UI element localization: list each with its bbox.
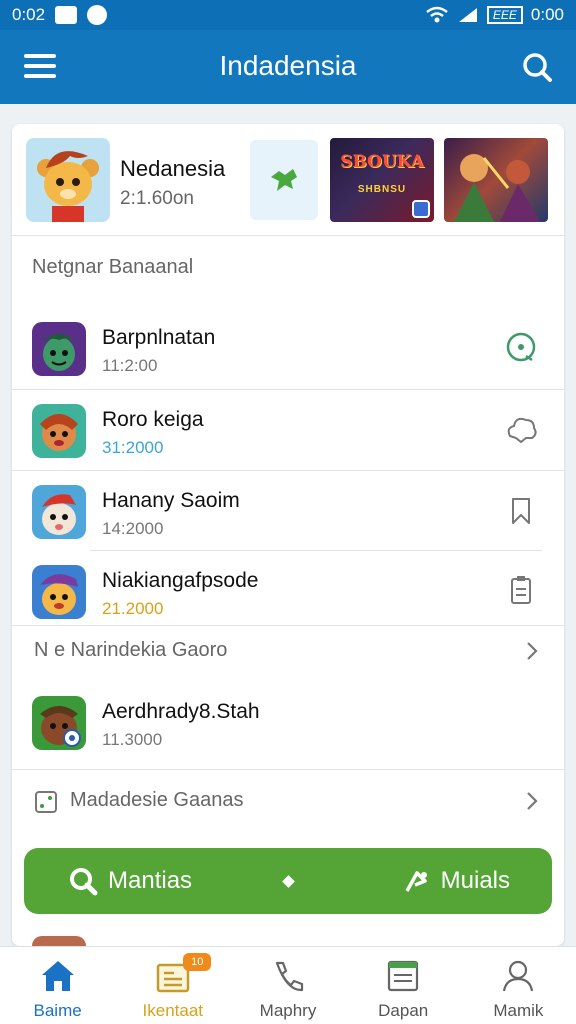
item-name: Roro keiga (102, 408, 204, 431)
character-icon (32, 485, 86, 539)
bottom-nav: Baime 10 Ikentaat Maphry Dapan Mamik (0, 946, 576, 1024)
app-notification-icon (87, 5, 108, 25)
character-icon (32, 322, 86, 376)
item-subtitle: 21.2000 (102, 599, 164, 618)
cta-left-label: Mantias (108, 867, 193, 894)
cta-right-label: Muials (440, 867, 510, 894)
character-icon (32, 696, 86, 750)
thumbnail-title: SBOUKA (340, 152, 424, 172)
character-icon (32, 404, 86, 458)
nav-item-profile[interactable]: Mamik (461, 947, 576, 1024)
chevron-right-icon (527, 792, 538, 810)
wifi-icon (426, 6, 448, 23)
search-icon (70, 868, 98, 896)
list-item[interactable]: Niakiangafpsode 21.2000 (12, 551, 564, 631)
search-games-button[interactable]: Mantias (68, 848, 192, 914)
section-link-games[interactable]: N e Narindekia Gaoro (12, 626, 564, 676)
nav-label: Baime (33, 1001, 82, 1020)
nav-label: Ikentaat (142, 1001, 204, 1020)
item-name: Hanany Saoim (102, 489, 240, 512)
app-title: Indadensia (219, 50, 357, 81)
chevron-right-icon (527, 642, 538, 660)
nav-label: Mamik (493, 1001, 544, 1020)
notification-icon (55, 6, 78, 24)
search-button[interactable] (520, 50, 554, 84)
game-thumbnail-1[interactable]: SBOUKA SHBNSU (330, 138, 434, 222)
list-item[interactable]: Roro keiga 31:2000 (12, 390, 564, 470)
action-bar: Mantias Muials (24, 848, 552, 914)
nav-label: Maphry (259, 1001, 317, 1020)
section-link-more[interactable]: Madadesie Gaanas (12, 776, 564, 826)
battle-art-icon (454, 154, 540, 222)
badge-icon (412, 200, 430, 218)
section-title: Netgnar Banaanal (32, 256, 194, 278)
manuals-button[interactable]: Muials (403, 848, 510, 914)
featured-subtitle: 2:1.60on (120, 188, 194, 209)
section-link-label: Madadesie Gaanas (70, 789, 244, 811)
tools-icon (405, 871, 427, 892)
partial-list-item (32, 936, 86, 946)
item-subtitle: 11:2:00 (102, 356, 158, 375)
featured-section: Nedanesia 2:1.60on SBOUKA SHBNSU (12, 124, 564, 236)
status-bar: 0:02 EEE 0:00 (0, 0, 576, 30)
item-subtitle: 11.3000 (102, 730, 163, 749)
item-name: Niakiangafpsode (102, 569, 259, 592)
divider (12, 769, 564, 770)
nav-item-news[interactable]: 10 Ikentaat (115, 947, 230, 1024)
search-icon (523, 53, 552, 82)
user-icon (503, 960, 534, 992)
app-icon (32, 322, 86, 376)
nav-item-home[interactable]: Baime (0, 947, 115, 1024)
bookmark-icon[interactable] (504, 493, 538, 527)
item-subtitle: 31:2000 (102, 438, 164, 457)
phone-icon (275, 961, 304, 992)
nav-item-phone[interactable]: Maphry (230, 947, 345, 1024)
list-icon (388, 960, 419, 992)
separator-dot (282, 875, 295, 888)
home-icon (41, 961, 74, 991)
app-icon (32, 404, 86, 458)
item-name: Aerdhrady8.Stah (102, 700, 260, 723)
character-avatar-icon (26, 138, 110, 222)
cloud-icon[interactable] (504, 412, 538, 446)
featured-map-button[interactable] (250, 140, 318, 220)
list-item[interactable]: Hanany Saoim 14:2000 (12, 471, 564, 551)
app-bar: Indadensia (0, 30, 576, 104)
signal-icon (458, 8, 477, 22)
app-icon (32, 565, 86, 619)
main-card: Nedanesia 2:1.60on SBOUKA SHBNSU Netgnar… (12, 124, 564, 946)
status-time-right: 0:00 (530, 5, 564, 24)
list-item[interactable]: Barpnlnatan 11:2:00 (12, 308, 564, 388)
featured-title: Nedanesia (120, 156, 226, 181)
status-time: 0:02 (12, 5, 46, 24)
thumbnail-subtitle: SHBNSU (357, 184, 407, 195)
character-icon (32, 565, 86, 619)
featured-avatar[interactable] (26, 138, 110, 222)
map-icon (271, 169, 297, 191)
app-icon (32, 485, 86, 539)
game-thumbnail-2[interactable] (444, 138, 548, 222)
battery-icon: EEE (486, 6, 523, 24)
dice-icon (35, 791, 57, 813)
list-item[interactable]: Aerdhrady8.Stah 11.3000 (12, 682, 564, 762)
section-link-label: N e Narindekia Gaoro (34, 639, 228, 661)
document-icon[interactable] (504, 573, 538, 607)
notification-badge: 10 (183, 953, 212, 971)
nav-label: Dapan (378, 1001, 429, 1020)
app-icon (32, 696, 86, 750)
clock-icon[interactable] (504, 330, 538, 364)
item-subtitle: 14:2000 (102, 519, 164, 538)
item-name: Barpnlnatan (102, 326, 216, 349)
nav-item-list[interactable]: Dapan (346, 947, 461, 1024)
